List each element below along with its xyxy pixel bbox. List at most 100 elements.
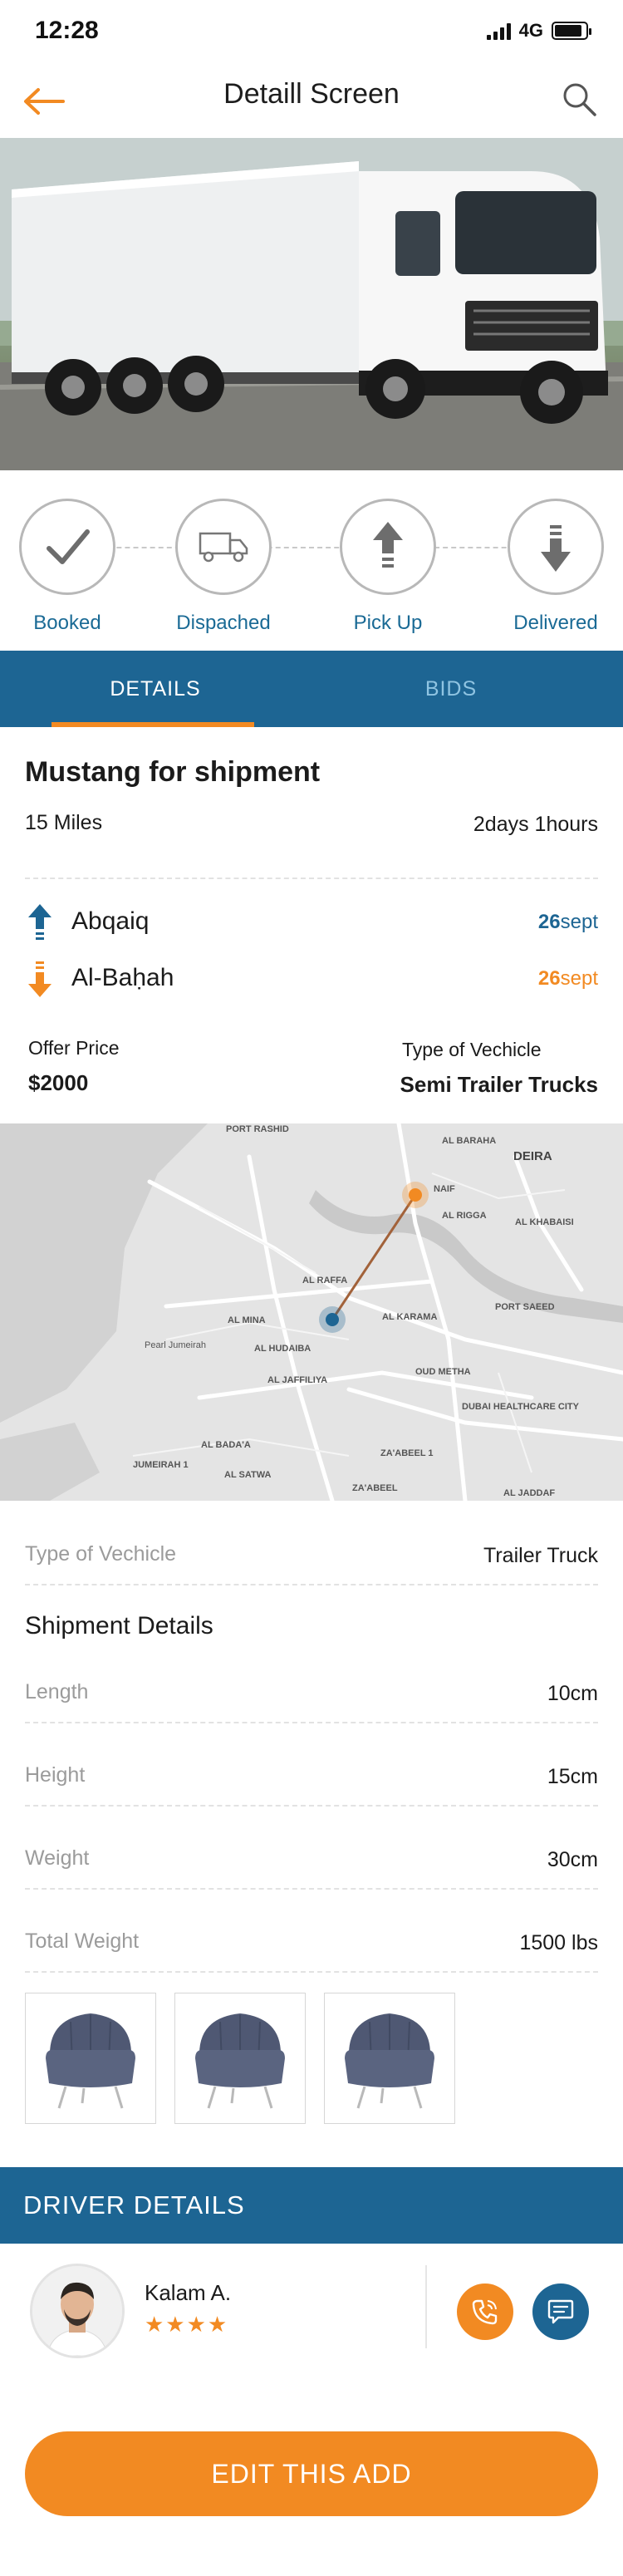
detail-value: 15cm	[547, 1765, 598, 1788]
map-label-al-jaffiliya: AL JAFFILIYA	[267, 1375, 327, 1385]
map-label-al-badaa: AL BADA'A	[201, 1440, 251, 1450]
item-thumbnail-2[interactable]	[174, 1993, 306, 2124]
map-label-al-raffa: AL RAFFA	[302, 1276, 347, 1286]
origin-pin-dot	[326, 1313, 339, 1326]
shipment-progress: Booked Dispached Pick Up Delivered	[0, 499, 623, 640]
detail-row-weight: Weight 30cm	[25, 1841, 598, 1883]
detail-value: 30cm	[547, 1848, 598, 1871]
item-thumbnail-3[interactable]	[324, 1993, 455, 2124]
offer-price-value: $2000	[28, 1070, 89, 1095]
step-delivered-label: Delivered	[513, 612, 598, 634]
map-label-al-hudaiba: AL HUDAIBA	[254, 1344, 311, 1354]
progress-connector	[75, 547, 548, 548]
origin-date: 26sept	[538, 911, 598, 934]
destination-pin-dot	[409, 1188, 422, 1202]
network-type: 4G	[518, 20, 543, 41]
divider	[25, 1722, 598, 1723]
vehicle-type-value: Semi Trailer Trucks	[400, 1072, 598, 1097]
truck-icon	[199, 532, 248, 563]
map-label-dubai-healthcare-city: DUBAI HEALTHCARE CITY	[462, 1402, 580, 1412]
detail-label: Type of Vechicle	[25, 1542, 177, 1566]
map-label-al-mina: AL MINA	[228, 1315, 266, 1325]
armchair-icon	[195, 2013, 285, 2109]
map-label-al-satwa: AL SATWA	[224, 1470, 271, 1480]
map-label-al-khabaisi: AL KHABAISI	[515, 1217, 574, 1227]
battery-icon	[552, 22, 591, 40]
search-icon	[563, 83, 596, 116]
map-label-al-karama: AL KARAMA	[382, 1312, 437, 1322]
map-label-port-rashid: PORT RASHID	[226, 1124, 289, 1134]
step-booked-label: Booked	[33, 612, 101, 634]
origin-date-day: 26	[537, 911, 561, 933]
map-label-al-jaddaf: AL JADDAF	[503, 1488, 555, 1498]
map-label-oud-metha: OUD METHA	[415, 1367, 471, 1377]
map-label-jumeirah-1: JUMEIRAH 1	[133, 1460, 189, 1470]
tab-bids[interactable]: BIDS	[347, 651, 555, 727]
tab-details[interactable]: DETAILS	[52, 651, 259, 727]
destination-city: Al-Baḥah	[71, 964, 174, 991]
driver-avatar-icon	[32, 2266, 122, 2356]
map-canvas: PORT RASHID AL BARAHA DEIRA NAIF AL RIGG…	[0, 1123, 623, 1501]
edit-ad-button[interactable]: EDIT THIS ADD	[25, 2431, 598, 2516]
origin-date-month: sept	[560, 911, 598, 933]
shipment-duration: 2days 1hours	[473, 813, 598, 836]
status-bar: 12:28 4G	[0, 0, 623, 66]
detail-label: Weight	[25, 1846, 90, 1870]
item-thumbnails	[25, 1993, 455, 2124]
destination-arrow-down-icon	[28, 961, 52, 997]
step-delivered-circle	[508, 499, 604, 595]
vehicle-type-label: Type of Vechicle	[402, 1039, 542, 1060]
detail-value: 1500 lbs	[519, 1931, 598, 1954]
destination-date-day: 26	[537, 967, 561, 990]
divider	[25, 1584, 598, 1585]
map-label-al-rigga: AL RIGGA	[442, 1211, 487, 1221]
step-dispatched[interactable]: Dispached	[161, 499, 286, 635]
divider	[25, 1888, 598, 1890]
item-thumbnail-1[interactable]	[25, 1993, 156, 2124]
step-dispatched-label: Dispached	[176, 612, 271, 634]
shipment-details-heading: Shipment Details	[25, 1612, 213, 1639]
route-destination: Al-Baḥah 26sept	[25, 961, 598, 1000]
driver-details-header: DRIVER DETAILS	[0, 2167, 623, 2244]
step-pickup-circle	[340, 499, 436, 595]
call-driver-button[interactable]	[457, 2283, 513, 2340]
detail-tabs: DETAILS BIDS	[0, 651, 623, 727]
driver-name: Kalam A.	[145, 2280, 232, 2305]
origin-arrow-up-icon	[28, 904, 52, 940]
driver-details-title: DRIVER DETAILS	[23, 2190, 245, 2220]
step-pickup[interactable]: Pick Up	[326, 499, 450, 635]
map-label-al-baraha: AL BARAHA	[442, 1136, 496, 1146]
truck-hero-image	[0, 138, 623, 470]
top-bar: Detaill Screen	[0, 66, 623, 136]
arrow-down-icon	[541, 525, 571, 572]
route-map[interactable]: PORT RASHID AL BARAHA DEIRA NAIF AL RIGG…	[0, 1123, 623, 1501]
search-button[interactable]	[557, 76, 601, 121]
signal-icon	[486, 22, 511, 40]
divider	[25, 878, 598, 879]
step-booked[interactable]: Booked	[5, 499, 130, 635]
phone-icon	[472, 2299, 498, 2325]
detail-label: Total Weight	[25, 1930, 140, 1953]
armchair-icon	[345, 2013, 434, 2109]
detail-label: Length	[25, 1680, 89, 1703]
chat-icon	[547, 2299, 574, 2324]
driver-rating-stars: ★★★★	[145, 2312, 229, 2337]
step-dispatched-circle	[175, 499, 272, 595]
status-time: 12:28	[35, 17, 99, 44]
avatar[interactable]	[30, 2264, 125, 2358]
map-label-zaabeel: ZA'ABEEL	[352, 1483, 398, 1493]
divider	[25, 1805, 598, 1807]
message-driver-button[interactable]	[532, 2283, 589, 2340]
detail-row-vehicle-type: Type of Vechicle Trailer Truck	[25, 1537, 598, 1579]
active-tab-indicator	[52, 722, 254, 727]
checkmark-icon	[47, 529, 90, 564]
map-label-zaabeel-1: ZA'ABEEL 1	[380, 1448, 434, 1458]
detail-value: 10cm	[547, 1682, 598, 1705]
driver-card: Kalam A. ★★★★	[0, 2244, 623, 2368]
arrow-up-icon	[373, 522, 403, 568]
shipment-title: Mustang for shipment	[25, 756, 321, 788]
route-origin: Abqaiq 26sept	[25, 904, 598, 944]
divider	[25, 1971, 598, 1973]
step-delivered[interactable]: Delivered	[493, 499, 618, 635]
armchair-icon	[46, 2013, 135, 2109]
